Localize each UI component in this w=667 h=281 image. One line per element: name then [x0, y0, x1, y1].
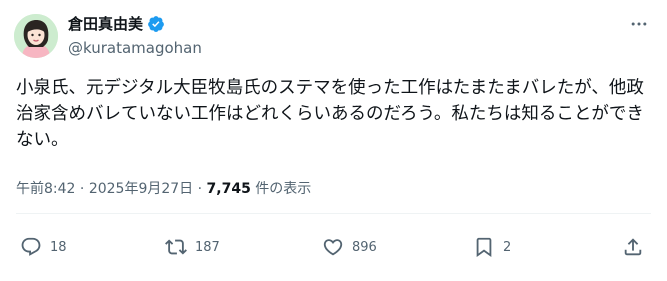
- share-icon: [624, 238, 642, 256]
- verified-badge-icon[interactable]: [147, 15, 165, 33]
- avatar[interactable]: [14, 14, 58, 58]
- action-bar: 18 187 896 2: [0, 232, 667, 262]
- bookmark-icon: [476, 237, 492, 258]
- tweet-date[interactable]: 2025年9月27日: [89, 181, 193, 197]
- author-name-row: 倉田真由美: [68, 14, 165, 34]
- share-button[interactable]: [622, 232, 644, 262]
- retweet-icon: [165, 239, 187, 255]
- avatar-illustration: [14, 14, 58, 58]
- meta-separator-2: ·: [197, 181, 203, 197]
- author-display-name[interactable]: 倉田真由美: [68, 14, 143, 34]
- retweet-button[interactable]: 187: [165, 232, 220, 262]
- bookmark-count: 2: [503, 239, 512, 255]
- author-handle[interactable]: @kuratamagohan: [68, 38, 202, 58]
- meta-separator: ·: [79, 181, 85, 197]
- tweet-text: 小泉氏、元デジタル大臣牧島氏のステマを使った工作はたまたまバレたが、他政治家含め…: [16, 78, 644, 150]
- like-count: 896: [352, 239, 377, 255]
- heart-icon: [323, 239, 343, 256]
- like-button[interactable]: 896: [322, 232, 377, 262]
- views-label[interactable]: 件の表示: [255, 181, 311, 197]
- more-horizontal-icon: [631, 22, 647, 26]
- divider: [16, 213, 651, 214]
- reply-button[interactable]: 18: [20, 232, 67, 262]
- reply-count: 18: [50, 239, 67, 255]
- views-count[interactable]: 7,745: [207, 181, 251, 197]
- tweet-metadata: 午前8:42 · 2025年9月27日 · 7,745 件の表示: [16, 179, 311, 199]
- more-options-button[interactable]: [625, 12, 653, 36]
- retweet-count: 187: [195, 239, 220, 255]
- reply-icon: [21, 237, 41, 256]
- tweet-time[interactable]: 午前8:42: [16, 181, 75, 197]
- bookmark-button[interactable]: 2: [473, 232, 511, 262]
